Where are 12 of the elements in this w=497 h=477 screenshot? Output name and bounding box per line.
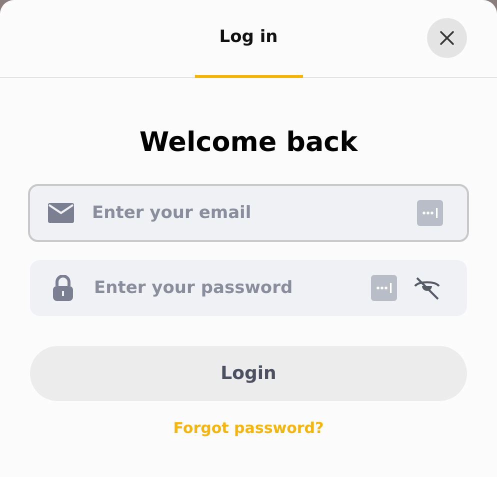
email-input[interactable]: Enter your email	[90, 202, 401, 224]
email-field[interactable]: Enter your email	[28, 184, 469, 242]
lock-icon	[50, 275, 76, 301]
close-button[interactable]	[427, 18, 467, 58]
login-button[interactable]: Login	[30, 346, 467, 401]
password-field[interactable]: Enter your password	[30, 260, 467, 316]
envelope-icon	[48, 203, 74, 223]
close-icon	[439, 30, 455, 46]
welcome-heading: Welcome back	[138, 126, 359, 160]
login-tab[interactable]: Log in	[194, 0, 302, 78]
password-input[interactable]: Enter your password	[92, 277, 355, 299]
eye-slash-icon[interactable]	[413, 276, 441, 300]
